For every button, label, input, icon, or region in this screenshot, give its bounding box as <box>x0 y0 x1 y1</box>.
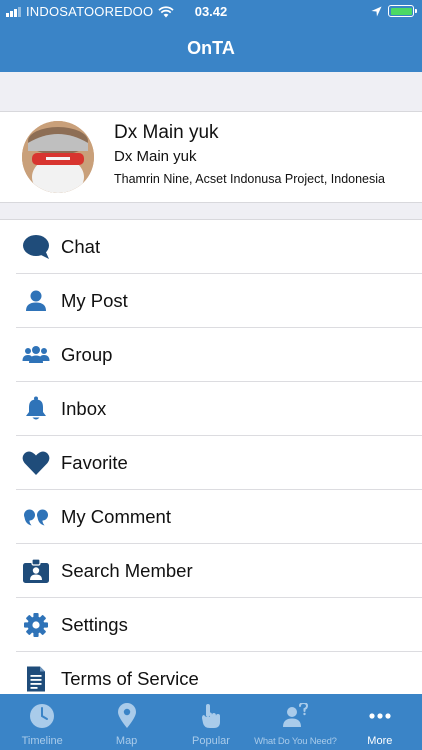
menu-item-search-member[interactable]: Search Member <box>0 544 422 598</box>
bottom-tab-bar: Timeline Map Popular What Do You Need? M… <box>0 694 422 750</box>
tab-what-do-you-need[interactable]: What Do You Need? <box>253 694 337 750</box>
more-menu-list: Chat My Post Group Inbox Favorite My Com… <box>0 220 422 694</box>
section-spacer <box>0 72 422 112</box>
chat-bubble-icon <box>22 234 50 260</box>
clock-icon <box>28 703 56 729</box>
menu-item-label: Settings <box>61 614 128 635</box>
tab-label: More <box>367 735 393 747</box>
tab-more[interactable]: More <box>338 694 422 750</box>
heart-icon <box>22 450 50 476</box>
menu-item-label: Group <box>61 344 113 365</box>
menu-item-terms-of-service[interactable]: Terms of Service <box>0 652 422 694</box>
menu-item-settings[interactable]: Settings <box>0 598 422 652</box>
user-question-icon <box>281 703 309 729</box>
quote-icon <box>22 504 50 530</box>
gear-icon <box>22 612 50 638</box>
menu-item-label: Terms of Service <box>61 668 199 689</box>
avatar[interactable] <box>22 121 94 193</box>
menu-item-my-post[interactable]: My Post <box>0 274 422 328</box>
menu-item-label: Inbox <box>61 398 107 419</box>
menu-item-group[interactable]: Group <box>0 328 422 382</box>
menu-item-my-comment[interactable]: My Comment <box>0 490 422 544</box>
clock-time: 03.42 <box>194 4 228 19</box>
menu-item-label: Search Member <box>61 560 193 581</box>
nav-bar: OnTA <box>0 24 422 72</box>
tab-timeline[interactable]: Timeline <box>0 694 84 750</box>
profile-card[interactable]: Dx Main yuk Dx Main yuk Thamrin Nine, Ac… <box>0 112 422 202</box>
more-dots-icon <box>366 703 394 729</box>
pointing-hand-icon <box>197 703 225 729</box>
profile-name: Dx Main yuk <box>114 122 219 143</box>
tab-label: What Do You Need? <box>254 736 337 747</box>
group-icon <box>22 342 50 368</box>
tab-popular[interactable]: Popular <box>169 694 253 750</box>
tab-map[interactable]: Map <box>84 694 168 750</box>
map-pin-icon <box>113 703 141 729</box>
profile-subtitle: Dx Main yuk <box>114 148 197 165</box>
menu-item-label: My Comment <box>61 506 171 527</box>
menu-item-label: My Post <box>61 290 128 311</box>
page-title: OnTA <box>187 37 235 58</box>
tab-label: Timeline <box>21 735 63 747</box>
menu-item-chat[interactable]: Chat <box>0 220 422 274</box>
id-badge-icon <box>22 558 50 584</box>
section-spacer <box>0 202 422 220</box>
location-arrow-icon <box>371 5 382 17</box>
document-icon <box>22 666 50 692</box>
menu-item-label: Favorite <box>61 452 128 473</box>
tab-label: Popular <box>192 735 230 747</box>
menu-item-label: Chat <box>61 236 101 257</box>
user-icon <box>22 288 50 314</box>
battery-icon <box>388 5 417 17</box>
profile-location: Thamrin Nine, Acset Indonusa Project, In… <box>114 172 385 186</box>
menu-item-favorite[interactable]: Favorite <box>0 436 422 490</box>
tab-label: Map <box>115 735 138 747</box>
menu-item-inbox[interactable]: Inbox <box>0 382 422 436</box>
status-bar: INDOSATOOREDOO 03.42 <box>0 0 422 24</box>
bell-icon <box>22 396 50 422</box>
